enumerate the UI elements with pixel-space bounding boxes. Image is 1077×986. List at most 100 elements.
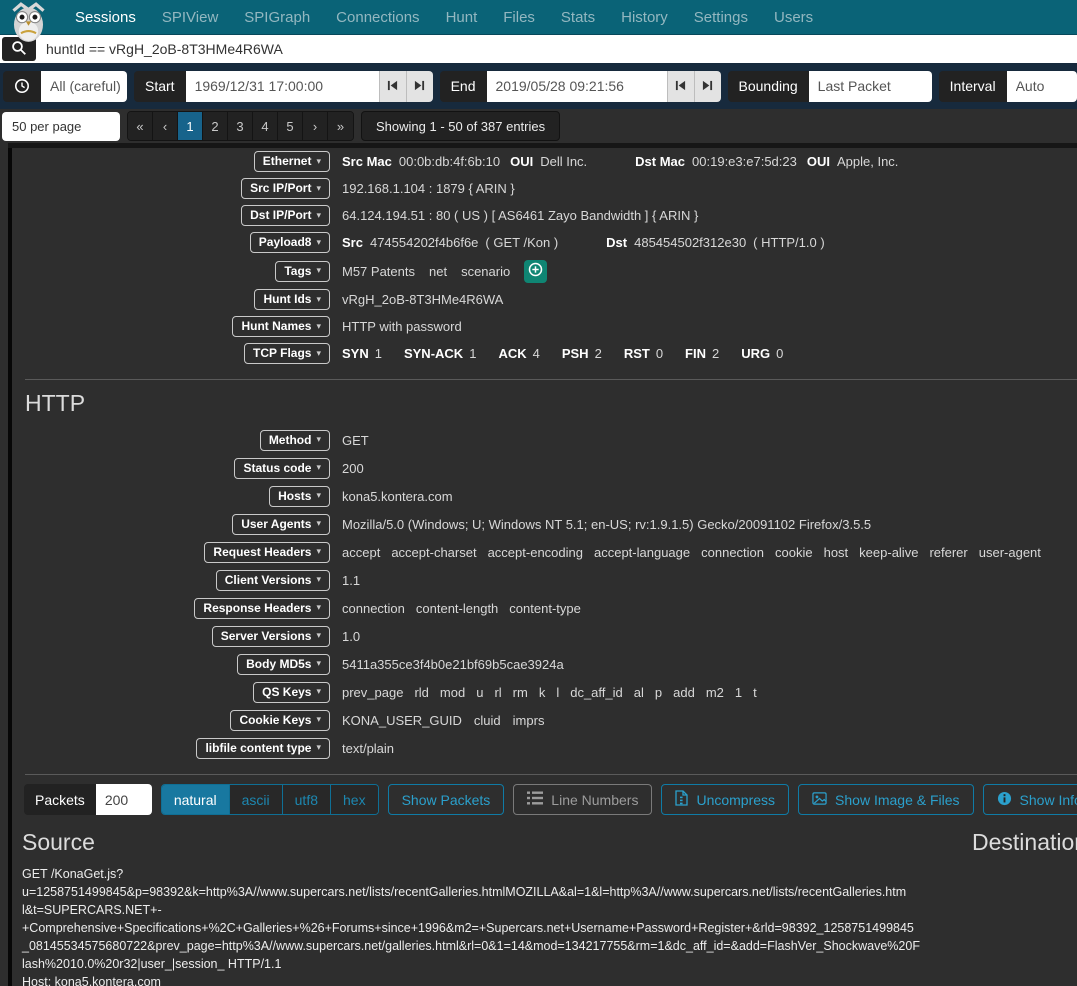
request-header-value[interactable]: host	[824, 545, 849, 560]
pager-page-1-button[interactable]: 1	[178, 112, 203, 140]
qs-key-value[interactable]: rl	[494, 685, 501, 700]
end-step-back-button[interactable]	[667, 71, 694, 102]
mode-utf8-button[interactable]: utf8	[283, 785, 331, 814]
body-md5-value[interactable]: 5411a355ce3f4b0e21bf69b5cae3924a	[342, 657, 564, 672]
src-mac-value[interactable]: Src Mac00:0b:db:4f:6b:10	[342, 154, 500, 169]
qs-key-value[interactable]: m2	[706, 685, 724, 700]
nav-item-users[interactable]: Users	[761, 9, 826, 26]
request-header-value[interactable]: accept-charset	[391, 545, 476, 560]
request-header-value[interactable]: keep-alive	[859, 545, 918, 560]
nav-item-spiview[interactable]: SPIView	[149, 9, 231, 26]
page-size-select[interactable]	[2, 112, 120, 141]
field-pill-libfile-content-type[interactable]: libfile content type▾	[196, 738, 330, 759]
mode-natural-button[interactable]: natural	[162, 785, 230, 814]
tcp-flag-value[interactable]: FIN2	[685, 346, 719, 361]
field-pill-qs-keys[interactable]: QS Keys▾	[253, 682, 330, 703]
interval-select[interactable]	[1007, 71, 1077, 102]
src-oui-value[interactable]: OUIDell Inc.	[510, 154, 587, 169]
qs-key-value[interactable]: add	[673, 685, 695, 700]
qs-key-value[interactable]: dc_aff_id	[570, 685, 623, 700]
dst-mac-value[interactable]: Dst Mac00:19:e3:e7:5d:23	[635, 154, 797, 169]
field-pill-method[interactable]: Method▾	[260, 430, 330, 451]
request-header-value[interactable]: cookie	[775, 545, 813, 560]
qs-key-value[interactable]: mod	[440, 685, 465, 700]
field-pill-server-versions[interactable]: Server Versions▾	[212, 626, 330, 647]
response-header-value[interactable]: content-type	[509, 601, 581, 616]
tag-value[interactable]: net	[429, 264, 447, 279]
tcp-flag-value[interactable]: SYN1	[342, 346, 382, 361]
field-pill-user-agents[interactable]: User Agents▾	[232, 514, 330, 535]
request-header-value[interactable]: accept-language	[594, 545, 690, 560]
end-time-input[interactable]	[487, 71, 667, 102]
field-pill-client-versions[interactable]: Client Versions▾	[216, 570, 330, 591]
pager-first-button[interactable]: «	[128, 112, 153, 140]
add-tag-button[interactable]	[524, 260, 547, 283]
field-pill-dst-ip-port[interactable]: Dst IP/Port▾	[241, 205, 330, 226]
src-ip-port-value[interactable]: 192.168.1.104 : 1879 { ARIN }	[342, 181, 515, 196]
tcp-flag-value[interactable]: ACK4	[498, 346, 539, 361]
field-pill-tcp-flags[interactable]: TCP Flags▾	[244, 343, 330, 364]
field-pill-request-headers[interactable]: Request Headers▾	[204, 542, 330, 563]
qs-key-value[interactable]: prev_page	[342, 685, 403, 700]
qs-key-value[interactable]: rld	[414, 685, 428, 700]
response-header-value[interactable]: connection	[342, 601, 405, 616]
start-step-forward-button[interactable]	[406, 71, 433, 102]
qs-key-value[interactable]: k	[539, 685, 546, 700]
bounding-select[interactable]	[809, 71, 932, 102]
request-header-value[interactable]: accept-encoding	[488, 545, 583, 560]
qs-key-value[interactable]: p	[655, 685, 662, 700]
client-version-value[interactable]: 1.1	[342, 573, 360, 588]
field-pill-status-code[interactable]: Status code▾	[234, 458, 330, 479]
request-header-value[interactable]: accept	[342, 545, 380, 560]
field-pill-src-ip-port[interactable]: Src IP/Port▾	[241, 178, 330, 199]
nav-item-spigraph[interactable]: SPIGraph	[231, 9, 323, 26]
tcp-flag-value[interactable]: RST0	[624, 346, 663, 361]
qs-key-value[interactable]: al	[634, 685, 644, 700]
dst-oui-value[interactable]: OUIApple, Inc.	[807, 154, 899, 169]
pager-next-button[interactable]: ›	[303, 112, 328, 140]
method-value[interactable]: GET	[342, 433, 369, 448]
cookie-key-value[interactable]: imprs	[513, 713, 545, 728]
show-packets-button[interactable]: Show Packets	[388, 784, 505, 815]
nav-item-stats[interactable]: Stats	[548, 9, 608, 26]
pager-page-3-button[interactable]: 3	[228, 112, 253, 140]
field-pill-response-headers[interactable]: Response Headers▾	[194, 598, 330, 619]
field-pill-body-md5s[interactable]: Body MD5s▾	[237, 654, 330, 675]
line-numbers-button[interactable]: Line Numbers	[513, 784, 652, 815]
request-header-value[interactable]: referer	[929, 545, 967, 560]
nav-item-files[interactable]: Files	[490, 9, 548, 26]
pager-page-2-button[interactable]: 2	[203, 112, 228, 140]
hunt-id-value[interactable]: vRgH_2oB-8T3HMe4R6WA	[342, 292, 503, 307]
mode-ascii-button[interactable]: ascii	[230, 785, 283, 814]
qs-key-value[interactable]: u	[476, 685, 483, 700]
libfile-content-type-value[interactable]: text/plain	[342, 741, 394, 756]
pager-page-5-button[interactable]: 5	[278, 112, 303, 140]
show-info-button[interactable]: Show Info	[983, 784, 1077, 815]
start-step-back-button[interactable]	[379, 71, 406, 102]
field-pill-hunt-ids[interactable]: Hunt Ids▾	[254, 289, 330, 310]
field-pill-hunt-names[interactable]: Hunt Names▾	[232, 316, 330, 337]
src-payload-value[interactable]: Src474554202f4b6f6e( GET /Kon )	[342, 235, 558, 250]
arkime-owl-logo[interactable]	[7, 1, 50, 44]
time-range-select[interactable]	[41, 71, 127, 102]
status-code-value[interactable]: 200	[342, 461, 364, 476]
dst-payload-value[interactable]: Dst485454502f312e30( HTTP/1.0 )	[606, 235, 825, 250]
tcp-flag-value[interactable]: SYN-ACK1	[404, 346, 476, 361]
qs-key-value[interactable]: 1	[735, 685, 742, 700]
tcp-flag-value[interactable]: PSH2	[562, 346, 602, 361]
dst-ip-port-value[interactable]: 64.124.194.51 : 80 ( US ) [ AS6461 Zayo …	[342, 208, 698, 223]
show-image-files-button[interactable]: Show Image & Files	[798, 784, 974, 815]
qs-key-value[interactable]: rm	[513, 685, 528, 700]
qs-key-value[interactable]: l	[556, 685, 559, 700]
tcp-flag-value[interactable]: URG0	[741, 346, 783, 361]
field-pill-ethernet[interactable]: Ethernet▾	[254, 151, 330, 172]
pager-last-button[interactable]: »	[328, 112, 353, 140]
packets-count-input[interactable]	[96, 784, 152, 815]
tag-value[interactable]: M57 Patents	[342, 264, 415, 279]
field-pill-hosts[interactable]: Hosts▾	[269, 486, 330, 507]
nav-item-history[interactable]: History	[608, 9, 681, 26]
search-input[interactable]	[36, 37, 1077, 61]
start-time-input[interactable]	[186, 71, 379, 102]
field-pill-cookie-keys[interactable]: Cookie Keys▾	[230, 710, 330, 731]
user-agent-value[interactable]: Mozilla/5.0 (Windows; U; Windows NT 5.1;…	[342, 517, 871, 532]
